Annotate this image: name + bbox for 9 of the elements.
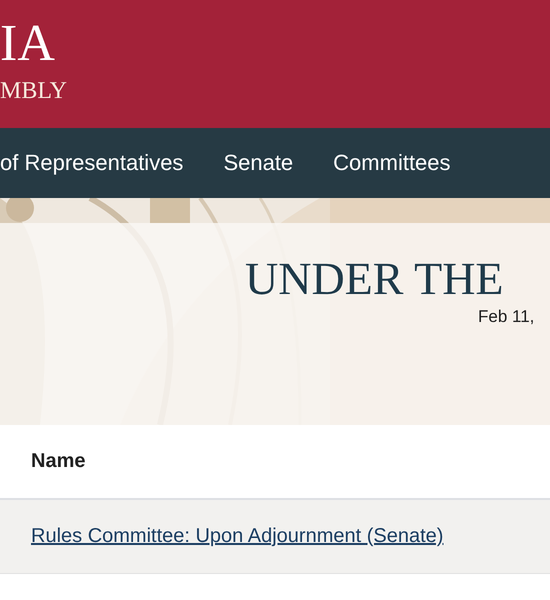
page-title: UNDER THE <box>245 253 504 305</box>
column-header: Name <box>31 450 86 473</box>
logo-subtitle[interactable]: MBLY <box>0 76 67 106</box>
nav-link[interactable]: Senate <box>223 150 294 176</box>
nav-link[interactable]: Committees <box>333 150 451 176</box>
nav-link[interactable]: of Representatives <box>0 150 184 176</box>
logo-text[interactable]: IA <box>0 16 55 72</box>
meeting-link[interactable]: Rules Committee: Upon Adjournment (Senate) <box>31 525 444 548</box>
date-text: Feb 11, <box>478 307 534 327</box>
